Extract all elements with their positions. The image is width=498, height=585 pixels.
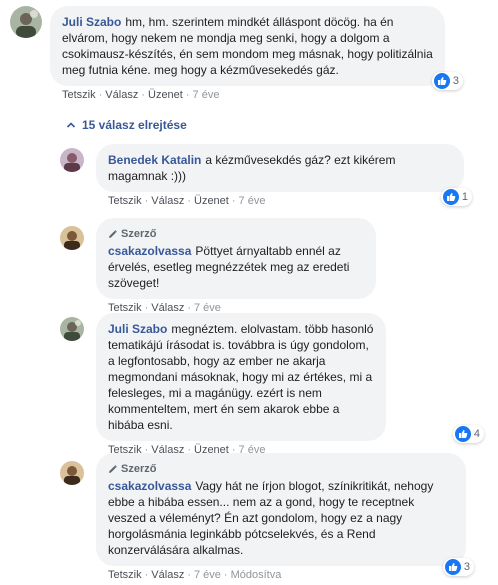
- avatar[interactable]: [60, 226, 84, 250]
- message-link[interactable]: Üzenet: [194, 195, 229, 207]
- timestamp[interactable]: 7 éve: [194, 569, 221, 581]
- comment-actions: Tetszik · Válasz · 7 éve · Módosítva: [108, 569, 282, 581]
- comment-author[interactable]: Juli Szabo: [62, 15, 121, 29]
- author-badge: Szerző: [108, 226, 364, 242]
- avatar[interactable]: [10, 6, 42, 38]
- hide-replies-button[interactable]: 15 válasz elrejtése: [66, 118, 187, 132]
- comment-actions: Tetszik · Válasz · Üzenet · 7 éve: [62, 89, 220, 101]
- comment: Szerző csakazolvassa Pöttyet árnyaltabb e…: [60, 218, 376, 314]
- comment: Benedek Katalin a kézművesekdés gáz? ezt …: [60, 144, 472, 207]
- reaction-count[interactable]: 1: [440, 188, 472, 206]
- avatar[interactable]: [60, 317, 84, 341]
- comment-author[interactable]: Benedek Katalin: [108, 153, 201, 167]
- timestamp[interactable]: 7 éve: [193, 89, 220, 101]
- pen-icon: [109, 465, 117, 473]
- like-link[interactable]: Tetszik: [62, 89, 96, 101]
- timestamp[interactable]: 7 éve: [239, 195, 266, 207]
- comment-bubble: Benedek Katalin a kézművesekdés gáz? ezt …: [96, 144, 464, 192]
- reply-link[interactable]: Válasz: [151, 569, 184, 581]
- like-link[interactable]: Tetszik: [108, 195, 142, 207]
- chevron-up-icon: [66, 122, 76, 128]
- comment-text: megnéztem. elolvastam. több hasonló tema…: [108, 322, 374, 432]
- thumbs-up-icon: [433, 73, 450, 89]
- reaction-count[interactable]: 4: [452, 425, 484, 443]
- thumbs-up-icon: [442, 189, 459, 205]
- thumbs-up-icon: [454, 426, 471, 442]
- comment-author[interactable]: Juli Szabo: [108, 322, 167, 336]
- comment: Juli Szabo hm, hm. szerintem mindkét állá…: [10, 6, 463, 101]
- avatar[interactable]: [60, 148, 84, 172]
- comment-actions: Tetszik · Válasz · Üzenet · 7 éve: [108, 195, 266, 207]
- edited-label[interactable]: Módosítva: [231, 569, 282, 581]
- pen-icon: [109, 230, 117, 238]
- comment-bubble: Juli Szabo hm, hm. szerintem mindkét állá…: [50, 6, 445, 86]
- comment-author[interactable]: csakazolvassa: [108, 479, 191, 493]
- comment-bubble: Szerző csakazolvassa Pöttyet árnyaltabb e…: [96, 218, 376, 299]
- comment-bubble: Szerző csakazolvassa Vagy hát ne írjon bl…: [96, 453, 466, 566]
- avatar[interactable]: [60, 461, 84, 485]
- comment-author[interactable]: csakazolvassa: [108, 244, 191, 258]
- reaction-count[interactable]: 3: [431, 72, 463, 90]
- reply-link[interactable]: Válasz: [151, 195, 184, 207]
- author-badge: Szerző: [108, 461, 454, 477]
- comment: Juli Szabo megnéztem. elolvastam. több ha…: [60, 313, 484, 456]
- reply-link[interactable]: Válasz: [105, 89, 138, 101]
- message-link[interactable]: Üzenet: [148, 89, 183, 101]
- comment: Szerző csakazolvassa Vagy hát ne írjon bl…: [60, 453, 474, 581]
- comment-bubble: Juli Szabo megnéztem. elolvastam. több ha…: [96, 313, 386, 441]
- thumbs-up-icon: [444, 559, 461, 575]
- like-link[interactable]: Tetszik: [108, 569, 142, 581]
- reaction-count[interactable]: 3: [442, 558, 474, 576]
